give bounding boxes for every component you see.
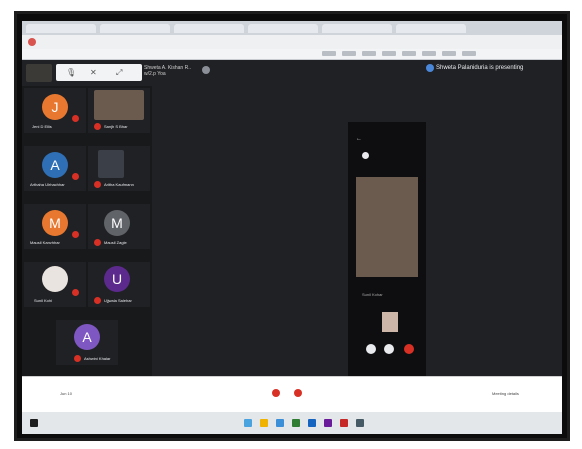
bookmark-item[interactable] <box>342 51 356 56</box>
expand-icon[interactable]: ⤢ <box>116 68 122 78</box>
bookmark-item[interactable] <box>462 51 476 56</box>
browser-tab[interactable] <box>248 24 318 33</box>
participant-tile[interactable]: U Ujjwala Salehar <box>88 262 150 307</box>
profile-icon[interactable] <box>28 38 36 46</box>
mic-off-icon <box>94 181 101 188</box>
bookmark-item[interactable] <box>362 51 376 56</box>
participant-tile[interactable]: Aritha Kaufmann <box>88 146 150 191</box>
mic-off-icon <box>72 289 79 296</box>
avatar: M <box>42 210 68 236</box>
participant-tile[interactable]: A Ashwini Khalar <box>56 320 118 365</box>
taskbar-app-icon[interactable] <box>324 419 332 427</box>
taskbar <box>22 412 562 434</box>
shared-screen: ← Sunil Kohar <box>348 122 426 376</box>
browser-tab[interactable] <box>396 24 466 33</box>
browser-tab[interactable] <box>322 24 392 33</box>
phone-caption: Sunil Kohar <box>362 292 383 297</box>
participant-name: Mausil Kanvhhar <box>30 240 60 245</box>
presenter-label: Shweta A. Kishan R.. w/2.p Yoa <box>144 65 191 77</box>
participant-name: Sanjh S Bhar <box>104 124 128 129</box>
bookmark-item[interactable] <box>322 51 336 56</box>
phone-video <box>356 177 418 277</box>
mic-toggle-icon[interactable] <box>272 389 280 397</box>
participant-tile[interactable]: J Jeni D Ellis <box>24 88 86 133</box>
taskbar-app-icon[interactable] <box>340 419 348 427</box>
taskbar-app-icon[interactable] <box>308 419 316 427</box>
avatar: J <box>42 94 68 120</box>
phone-video-button[interactable] <box>384 344 394 354</box>
phone-mute-button[interactable] <box>366 344 376 354</box>
participant-grid: J Jeni D Ellis Sanjh S Bhar A Arthaha Ul… <box>22 86 152 376</box>
taskbar-app-icon[interactable] <box>244 419 252 427</box>
mic-off-icon <box>72 173 79 180</box>
participant-tile[interactable]: Sanjh S Bhar <box>88 88 150 133</box>
meeting-controls: 🎙 ✕ ⤢ <box>56 64 142 81</box>
taskbar-app-icon[interactable] <box>356 419 364 427</box>
avatar: A <box>42 152 68 178</box>
start-icon[interactable] <box>30 419 38 427</box>
participant-name: Aritha Kaufmann <box>104 182 134 187</box>
phone-thumbnail <box>382 312 398 332</box>
avatar: U <box>104 266 130 292</box>
taskbar-app-icon[interactable] <box>276 419 284 427</box>
participant-name: Jeni D Ellis <box>32 124 52 129</box>
camera-toggle-icon[interactable] <box>294 389 302 397</box>
presenter-sub: w/2.p Yoa <box>144 71 166 77</box>
mic-off-icon <box>74 355 81 362</box>
bookmarks-bar <box>22 49 562 60</box>
screen: 🎙 ✕ ⤢ Shweta A. Kishan R.. w/2.p Yoa Shw… <box>22 21 562 434</box>
mic-icon[interactable]: 🎙 <box>66 68 76 77</box>
avatar: M <box>104 210 130 236</box>
mic-off-icon <box>72 231 79 238</box>
camera-switch-icon[interactable] <box>362 152 369 159</box>
back-icon[interactable]: ← <box>356 136 362 142</box>
meeting-details-link[interactable]: Meeting details <box>492 391 519 396</box>
browser-tab[interactable] <box>26 24 96 33</box>
browser-tab[interactable] <box>174 24 244 33</box>
mic-off-icon <box>94 239 101 246</box>
browser-tab-bar <box>22 21 562 35</box>
pin-icon[interactable]: ✕ <box>90 68 97 77</box>
phone-end-call-button[interactable] <box>404 344 414 354</box>
meet-area: 🎙 ✕ ⤢ Shweta A. Kishan R.. w/2.p Yoa Shw… <box>22 60 562 376</box>
bookmark-item[interactable] <box>442 51 456 56</box>
taskbar-app-icon[interactable] <box>292 419 300 427</box>
presenting-banner: Shweta Palaniduria is presenting <box>436 65 524 71</box>
meet-bottom-bar: Jun 10 Meeting details <box>22 376 562 413</box>
browser-tab[interactable] <box>100 24 170 33</box>
mic-off-icon <box>94 297 101 304</box>
participant-name: Ujjwala Salehar <box>104 298 132 303</box>
bookmark-item[interactable] <box>382 51 396 56</box>
bookmark-item[interactable] <box>422 51 436 56</box>
participant-name: Arthaha Ulrhachhar <box>30 182 65 187</box>
taskbar-app-icon[interactable] <box>260 419 268 427</box>
mic-off-icon <box>94 123 101 130</box>
bookmark-item[interactable] <box>402 51 416 56</box>
participant-name: Ashwini Khalar <box>84 356 111 361</box>
participant-tile[interactable]: Sunil Kohi <box>24 262 86 307</box>
avatar <box>42 266 68 292</box>
participant-tile[interactable]: M Mausil Kanvhhar <box>24 204 86 249</box>
participant-tile[interactable]: M Mausil Zagle <box>88 204 150 249</box>
address-bar[interactable] <box>22 35 562 49</box>
presenting-icon <box>426 64 434 72</box>
participant-video <box>94 90 144 120</box>
participant-tile[interactable]: A Arthaha Ulrhachhar <box>24 146 86 191</box>
meeting-time: Jun 10 <box>60 391 73 396</box>
avatar: A <box>74 324 100 350</box>
participant-name: Sunil Kohi <box>34 298 53 303</box>
self-view <box>26 64 52 82</box>
more-icon[interactable] <box>202 66 210 74</box>
participant-name: Mausil Zagle <box>104 240 127 245</box>
participant-video <box>98 150 124 178</box>
mic-off-icon <box>72 115 79 122</box>
